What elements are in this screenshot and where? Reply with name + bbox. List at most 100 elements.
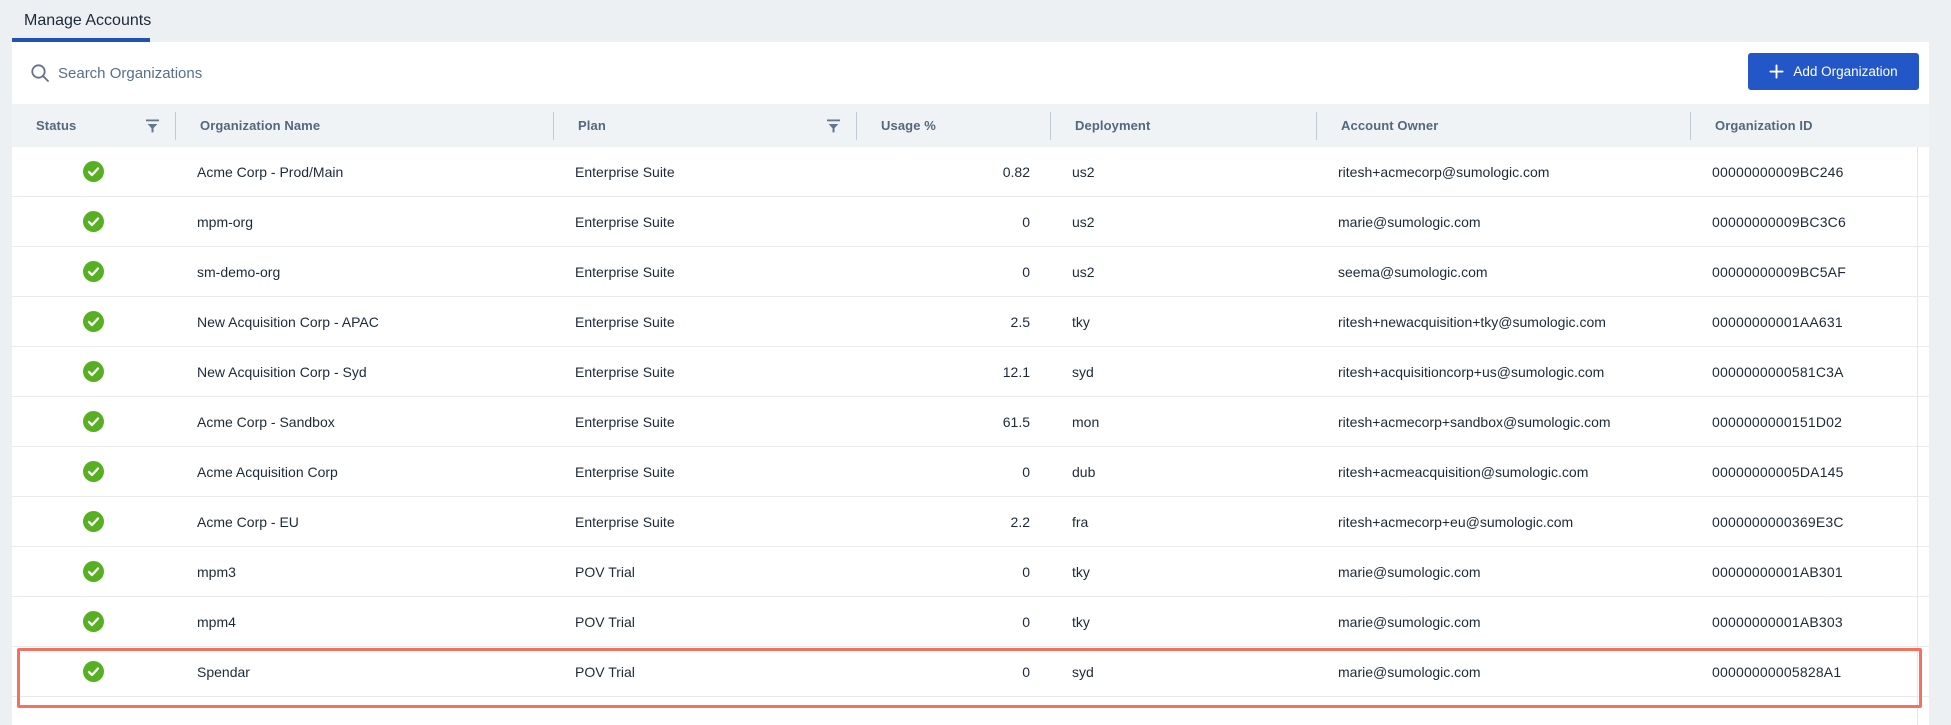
scrollbar-gutter-divider [1917, 147, 1918, 725]
deployment-cell: us2 [1050, 247, 1316, 296]
plan-cell: Enterprise Suite [553, 247, 856, 296]
usage-percent-cell: 0 [856, 197, 1050, 246]
organization-name-cell: Acme Corp - EU [175, 497, 553, 546]
table-row[interactable]: Acme Corp - SandboxEnterprise Suite61.5m… [12, 397, 1929, 447]
plan-cell: Enterprise Suite [553, 197, 856, 246]
organization-name-cell: Acme Acquisition Corp [175, 447, 553, 496]
organization-id-cell: 00000000001AB301 [1690, 547, 1929, 596]
status-active-icon [83, 261, 104, 282]
organization-id-cell: 0000000000369E3C [1690, 497, 1929, 546]
table-body: Acme Corp - Prod/MainEnterprise Suite0.8… [12, 147, 1929, 725]
column-header-usage: Usage % [856, 112, 1050, 140]
plan-cell: Enterprise Suite [553, 397, 856, 446]
tab-manage-accounts[interactable]: Manage Accounts [12, 0, 163, 42]
usage-percent-cell: 0 [856, 547, 1050, 596]
organization-id-cell: 0000000000151D02 [1690, 397, 1929, 446]
table-row[interactable]: mpm-orgEnterprise Suite0us2marie@sumolog… [12, 197, 1929, 247]
usage-percent-cell: 0 [856, 247, 1050, 296]
table-row[interactable]: Acme Acquisition CorpEnterprise Suite0du… [12, 447, 1929, 497]
status-cell [12, 147, 175, 196]
deployment-cell: mon [1050, 397, 1316, 446]
status-active-icon [83, 661, 104, 682]
account-owner-cell: ritesh+acmecorp@sumologic.com [1316, 147, 1690, 196]
plan-cell: Enterprise Suite [553, 447, 856, 496]
column-header-account-owner: Account Owner [1316, 112, 1690, 140]
usage-percent-cell: 0 [856, 647, 1050, 696]
plan-cell: Enterprise Suite [553, 147, 856, 196]
usage-percent-cell: 0 [856, 447, 1050, 496]
status-cell [12, 297, 175, 346]
status-active-icon [83, 511, 104, 532]
organization-name-cell: sm-demo-org [175, 247, 553, 296]
table-row[interactable]: New Acquisition Corp - APACEnterprise Su… [12, 297, 1929, 347]
organization-id-cell: 00000000001AB303 [1690, 597, 1929, 646]
search-input[interactable] [58, 54, 1308, 92]
column-header-deployment: Deployment [1050, 112, 1316, 140]
tab-label: Manage Accounts [24, 12, 151, 30]
usage-percent-cell: 2.5 [856, 297, 1050, 346]
tab-bar: Manage Accounts [0, 0, 1951, 42]
deployment-cell: tky [1050, 597, 1316, 646]
plan-cell: POV Trial [553, 647, 856, 696]
table-row[interactable]: New Acquisition Corp - SydEnterprise Sui… [12, 347, 1929, 397]
plan-cell: Enterprise Suite [553, 297, 856, 346]
status-cell [12, 347, 175, 396]
table-row[interactable]: sm-demo-orgEnterprise Suite0us2seema@sum… [12, 247, 1929, 297]
account-owner-cell: seema@sumologic.com [1316, 247, 1690, 296]
organization-name-cell: mpm-org [175, 197, 553, 246]
deployment-cell: syd [1050, 347, 1316, 396]
status-active-icon [83, 311, 104, 332]
organization-name-cell: New Acquisition Corp - APAC [175, 297, 553, 346]
status-filter-icon[interactable] [145, 119, 160, 134]
deployment-cell: tky [1050, 547, 1316, 596]
deployment-cell: us2 [1050, 197, 1316, 246]
organization-name-cell: mpm3 [175, 547, 553, 596]
deployment-cell: us2 [1050, 147, 1316, 196]
organization-name-cell: mpm4 [175, 597, 553, 646]
column-header-status: Status [12, 112, 175, 140]
organization-id-cell: 00000000005828A1 [1690, 647, 1929, 696]
organization-id-cell: 00000000009BC3C6 [1690, 197, 1929, 246]
organization-id-cell: 00000000005DA145 [1690, 447, 1929, 496]
usage-percent-cell: 12.1 [856, 347, 1050, 396]
account-owner-cell: marie@sumologic.com [1316, 197, 1690, 246]
usage-percent-cell: 0 [856, 597, 1050, 646]
add-organization-button[interactable]: Add Organization [1748, 53, 1919, 90]
search-toolbar: Add Organization [12, 42, 1929, 105]
organization-name-cell: New Acquisition Corp - Syd [175, 347, 553, 396]
usage-percent-cell: 0.82 [856, 147, 1050, 196]
usage-percent-cell: 61.5 [856, 397, 1050, 446]
plan-cell: POV Trial [553, 597, 856, 646]
account-owner-cell: marie@sumologic.com [1316, 547, 1690, 596]
deployment-cell: dub [1050, 447, 1316, 496]
plus-icon [1769, 64, 1784, 79]
status-cell [12, 197, 175, 246]
account-owner-cell: ritesh+acmecorp+eu@sumologic.com [1316, 497, 1690, 546]
organization-id-cell: 00000000009BC246 [1690, 147, 1929, 196]
status-cell [12, 247, 175, 296]
column-header-organization-name: Organization Name [175, 112, 553, 140]
plan-cell: Enterprise Suite [553, 497, 856, 546]
account-owner-cell: marie@sumologic.com [1316, 597, 1690, 646]
table-row[interactable]: SpendarPOV Trial0sydmarie@sumologic.com0… [12, 647, 1929, 697]
organization-name-cell: Acme Corp - Prod/Main [175, 147, 553, 196]
plan-cell: POV Trial [553, 547, 856, 596]
status-active-icon [83, 211, 104, 232]
organization-id-cell: 00000000001AA631 [1690, 297, 1929, 346]
status-active-icon [83, 461, 104, 482]
plan-filter-icon[interactable] [826, 119, 841, 134]
plan-cell: Enterprise Suite [553, 347, 856, 396]
organization-name-cell: Acme Corp - Sandbox [175, 397, 553, 446]
status-active-icon [83, 411, 104, 432]
table-row[interactable]: Acme Corp - Prod/MainEnterprise Suite0.8… [12, 147, 1929, 197]
status-cell [12, 597, 175, 646]
table-header: Status Organization Name Plan Usage % De… [12, 104, 1929, 147]
status-active-icon [83, 561, 104, 582]
table-row[interactable]: mpm4POV Trial0tkymarie@sumologic.com0000… [12, 597, 1929, 647]
status-cell [12, 647, 175, 696]
status-cell [12, 547, 175, 596]
table-row[interactable]: Acme Corp - EUEnterprise Suite2.2frarite… [12, 497, 1929, 547]
deployment-cell: syd [1050, 647, 1316, 696]
account-owner-cell: ritesh+acquisitioncorp+us@sumologic.com [1316, 347, 1690, 396]
table-row[interactable]: mpm3POV Trial0tkymarie@sumologic.com0000… [12, 547, 1929, 597]
